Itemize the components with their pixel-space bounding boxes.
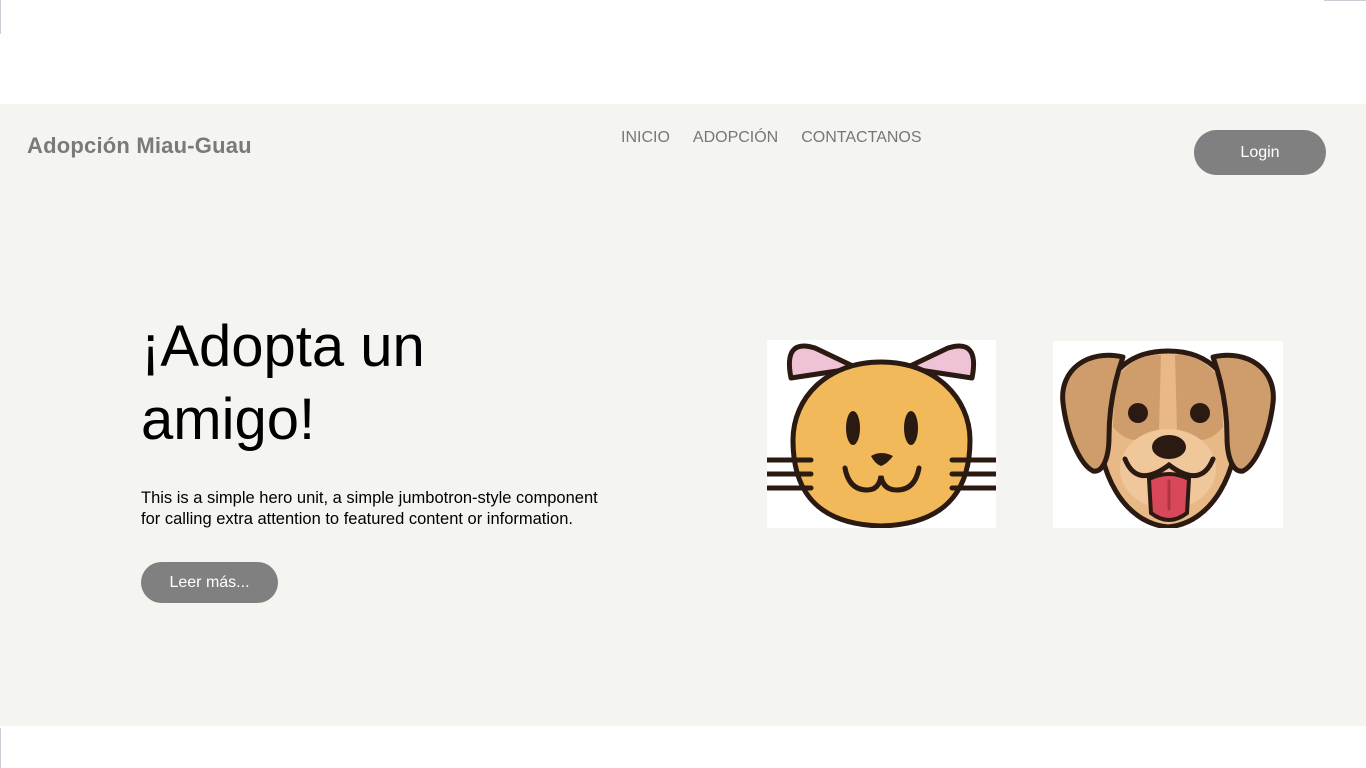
dog-face-icon	[1053, 341, 1283, 528]
main-nav: INICIO ADOPCIÓN CONTACTANOS	[621, 128, 922, 148]
brand-logo-text[interactable]: Adopción Miau-Guau	[27, 133, 252, 159]
read-more-button[interactable]: Leer más...	[141, 562, 278, 603]
login-button[interactable]: Login	[1194, 130, 1326, 175]
nav-item-inicio[interactable]: INICIO	[621, 128, 670, 148]
nav-item-adopcion[interactable]: ADOPCIÓN	[693, 128, 778, 148]
window-edge-bottom-left	[0, 728, 1, 768]
nav-item-contactanos[interactable]: CONTACTANOS	[801, 128, 921, 148]
cat-face-icon	[767, 340, 996, 528]
top-blank-area	[0, 0, 1366, 104]
window-edge-right	[1324, 0, 1366, 1]
hero-description: This is a simple hero unit, a simple jum…	[141, 489, 598, 528]
window-edge-left	[0, 0, 1, 34]
hero-title: ¡Adopta un amigo!	[141, 314, 425, 452]
